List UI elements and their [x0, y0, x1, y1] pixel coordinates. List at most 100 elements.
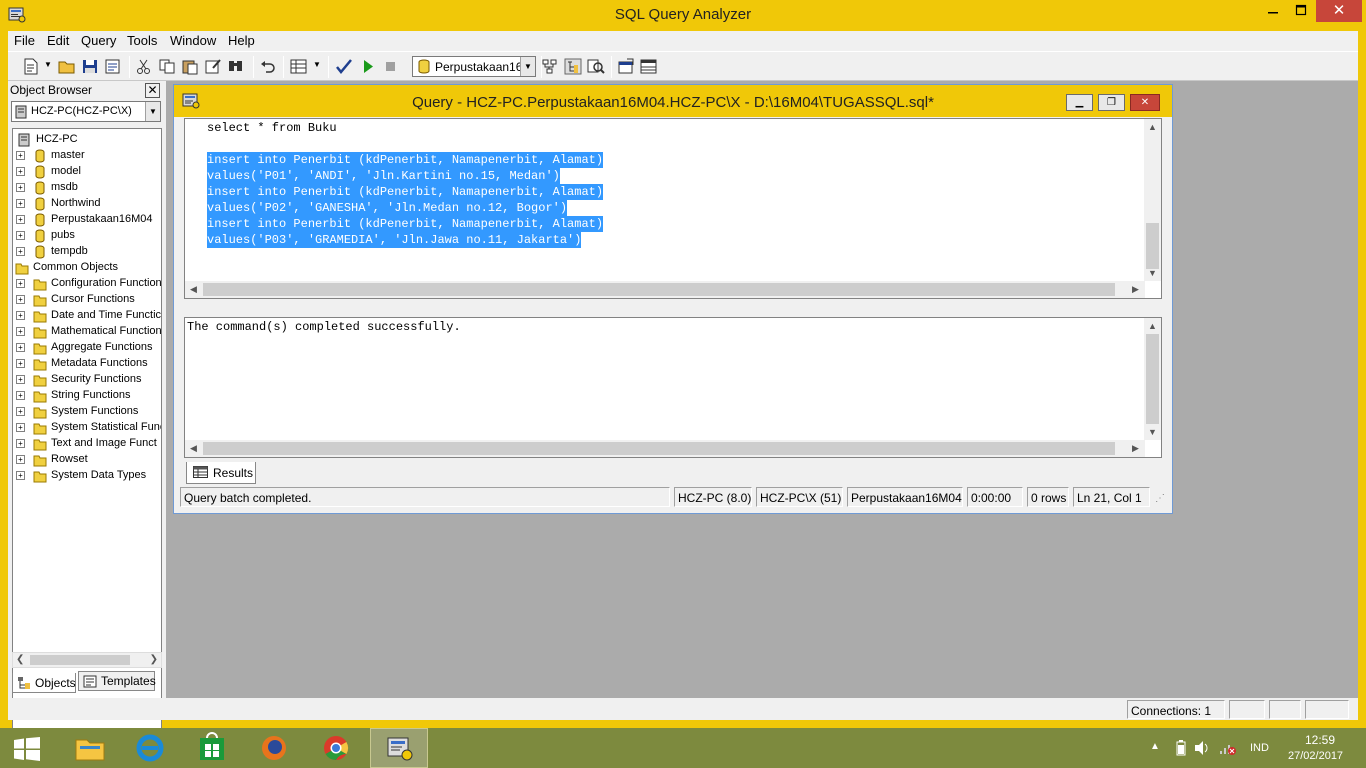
windows-start-icon[interactable]: [14, 737, 40, 761]
tree-item-database[interactable]: + Northwind: [13, 196, 161, 212]
tree-item-function-group[interactable]: + Date and Time Functic: [13, 308, 161, 324]
tree-item-function-group[interactable]: + Configuration Function: [13, 276, 161, 292]
menu-file[interactable]: File: [14, 33, 35, 48]
expand-icon[interactable]: +: [16, 327, 25, 336]
show-results-pane-icon[interactable]: [640, 58, 658, 75]
find-icon[interactable]: [227, 58, 245, 75]
windows-store-icon[interactable]: [192, 732, 232, 764]
results-grid-icon[interactable]: [290, 58, 308, 75]
cancel-query-icon[interactable]: [382, 58, 400, 75]
tree-item-database[interactable]: + tempdb: [13, 244, 161, 260]
parse-query-check-icon[interactable]: [335, 58, 353, 75]
expand-icon[interactable]: +: [16, 471, 25, 480]
expand-icon[interactable]: +: [16, 455, 25, 464]
paste-icon[interactable]: [181, 58, 199, 75]
menu-window[interactable]: Window: [170, 33, 216, 48]
object-browser-close-icon[interactable]: ✕: [145, 83, 160, 98]
maximize-button[interactable]: [1286, 0, 1316, 22]
query-close-button[interactable]: ✕: [1130, 94, 1160, 111]
network-disconnected-icon[interactable]: [1218, 740, 1236, 756]
scroll-down-icon[interactable]: ▼: [1144, 265, 1161, 281]
tree-item-database[interactable]: + Perpustakaan16M04: [13, 212, 161, 228]
tree-item-function-group[interactable]: + String Functions: [13, 388, 161, 404]
taskbar-query-analyzer-button[interactable]: [370, 728, 428, 768]
expand-icon[interactable]: +: [16, 231, 25, 240]
new-query-dropdown-icon[interactable]: ▼: [44, 60, 52, 69]
tree-item-database[interactable]: + msdb: [13, 180, 161, 196]
expand-icon[interactable]: +: [16, 279, 25, 288]
results-vertical-scrollbar[interactable]: ▲ ▼: [1144, 318, 1161, 440]
menu-edit[interactable]: Edit: [47, 33, 69, 48]
chevron-down-icon[interactable]: ▼: [145, 102, 160, 121]
expand-icon[interactable]: +: [16, 423, 25, 432]
menu-tools[interactable]: Tools: [127, 33, 157, 48]
results-mode-dropdown-icon[interactable]: ▼: [313, 60, 321, 69]
scroll-down-icon[interactable]: ▼: [1144, 424, 1161, 440]
scroll-right-icon[interactable]: ▶: [1127, 440, 1144, 457]
expand-icon[interactable]: +: [16, 199, 25, 208]
scroll-up-icon[interactable]: ▲: [1144, 119, 1161, 135]
copy-icon[interactable]: [158, 58, 176, 75]
server-selector[interactable]: HCZ-PC(HCZ-PC\X) ▼: [11, 101, 161, 122]
clock-time[interactable]: 12:59: [1305, 733, 1335, 747]
tree-item-function-group[interactable]: + System Functions: [13, 404, 161, 420]
query-restore-button[interactable]: ❐: [1098, 94, 1125, 111]
editor-horizontal-scrollbar[interactable]: ◀ ▶: [185, 281, 1145, 298]
scroll-thumb[interactable]: [30, 655, 130, 665]
cut-icon[interactable]: [135, 58, 153, 75]
undo-icon[interactable]: [259, 58, 277, 75]
expand-icon[interactable]: +: [16, 151, 25, 160]
expand-icon[interactable]: +: [16, 439, 25, 448]
object-tree-horizontal-scrollbar[interactable]: ❮ ❯: [12, 652, 162, 668]
scroll-thumb[interactable]: [1146, 334, 1159, 424]
show-hidden-icons-icon[interactable]: ▲: [1150, 741, 1160, 752]
tree-item-function-group[interactable]: + System Statistical Func: [13, 420, 161, 436]
expand-icon[interactable]: +: [16, 343, 25, 352]
tab-results[interactable]: Results: [186, 462, 256, 484]
query-minimize-button[interactable]: ▁: [1066, 94, 1093, 111]
tree-item-database[interactable]: + pubs: [13, 228, 161, 244]
database-selector[interactable]: Perpustakaan16 ▼: [412, 56, 536, 77]
menu-help[interactable]: Help: [228, 33, 255, 48]
file-explorer-icon[interactable]: [70, 732, 110, 764]
resize-grip-icon[interactable]: ⋰: [1155, 493, 1165, 504]
tree-item-function-group[interactable]: + Security Functions: [13, 372, 161, 388]
save-icon[interactable]: [81, 58, 99, 75]
expand-icon[interactable]: +: [16, 167, 25, 176]
tree-item-function-group[interactable]: + Text and Image Funct: [13, 436, 161, 452]
expand-icon[interactable]: +: [16, 375, 25, 384]
results-pane[interactable]: The command(s) completed successfully. ▲…: [184, 317, 1162, 458]
volume-icon[interactable]: [1194, 740, 1210, 756]
firefox-icon[interactable]: [254, 732, 294, 764]
clear-window-icon[interactable]: [204, 58, 222, 75]
tree-item-function-group[interactable]: + Metadata Functions: [13, 356, 161, 372]
scroll-thumb[interactable]: [203, 442, 1115, 455]
expand-icon[interactable]: +: [16, 183, 25, 192]
close-button[interactable]: ✕: [1316, 0, 1362, 22]
load-script-icon[interactable]: [104, 58, 122, 75]
open-folder-icon[interactable]: [58, 58, 76, 75]
chevron-down-icon[interactable]: ▼: [520, 57, 535, 76]
tree-item-function-group[interactable]: + Mathematical Function: [13, 324, 161, 340]
expand-icon[interactable]: +: [16, 391, 25, 400]
tree-item-function-group[interactable]: + Rowset: [13, 452, 161, 468]
sql-editor[interactable]: select * from Buku insert into Penerbit …: [184, 118, 1162, 299]
internet-explorer-icon[interactable]: [130, 732, 170, 764]
tree-item-function-group[interactable]: + Cursor Functions: [13, 292, 161, 308]
scroll-right-icon[interactable]: ❯: [150, 654, 158, 665]
scroll-left-icon[interactable]: ◀: [185, 281, 202, 298]
chrome-icon[interactable]: [316, 732, 356, 764]
tab-templates[interactable]: Templates: [78, 671, 156, 691]
tree-item-database[interactable]: + master: [13, 148, 161, 164]
expand-icon[interactable]: +: [16, 295, 25, 304]
tree-item-database[interactable]: + model: [13, 164, 161, 180]
expand-icon[interactable]: +: [16, 215, 25, 224]
expand-icon[interactable]: +: [16, 359, 25, 368]
object-browser-toggle-icon[interactable]: [564, 58, 582, 75]
tree-item-function-group[interactable]: + System Data Types: [13, 468, 161, 484]
scroll-up-icon[interactable]: ▲: [1144, 318, 1161, 334]
tab-objects[interactable]: Objects: [12, 673, 76, 693]
expand-icon[interactable]: +: [16, 407, 25, 416]
new-query-icon[interactable]: [22, 58, 40, 75]
scroll-left-icon[interactable]: ◀: [185, 440, 202, 457]
